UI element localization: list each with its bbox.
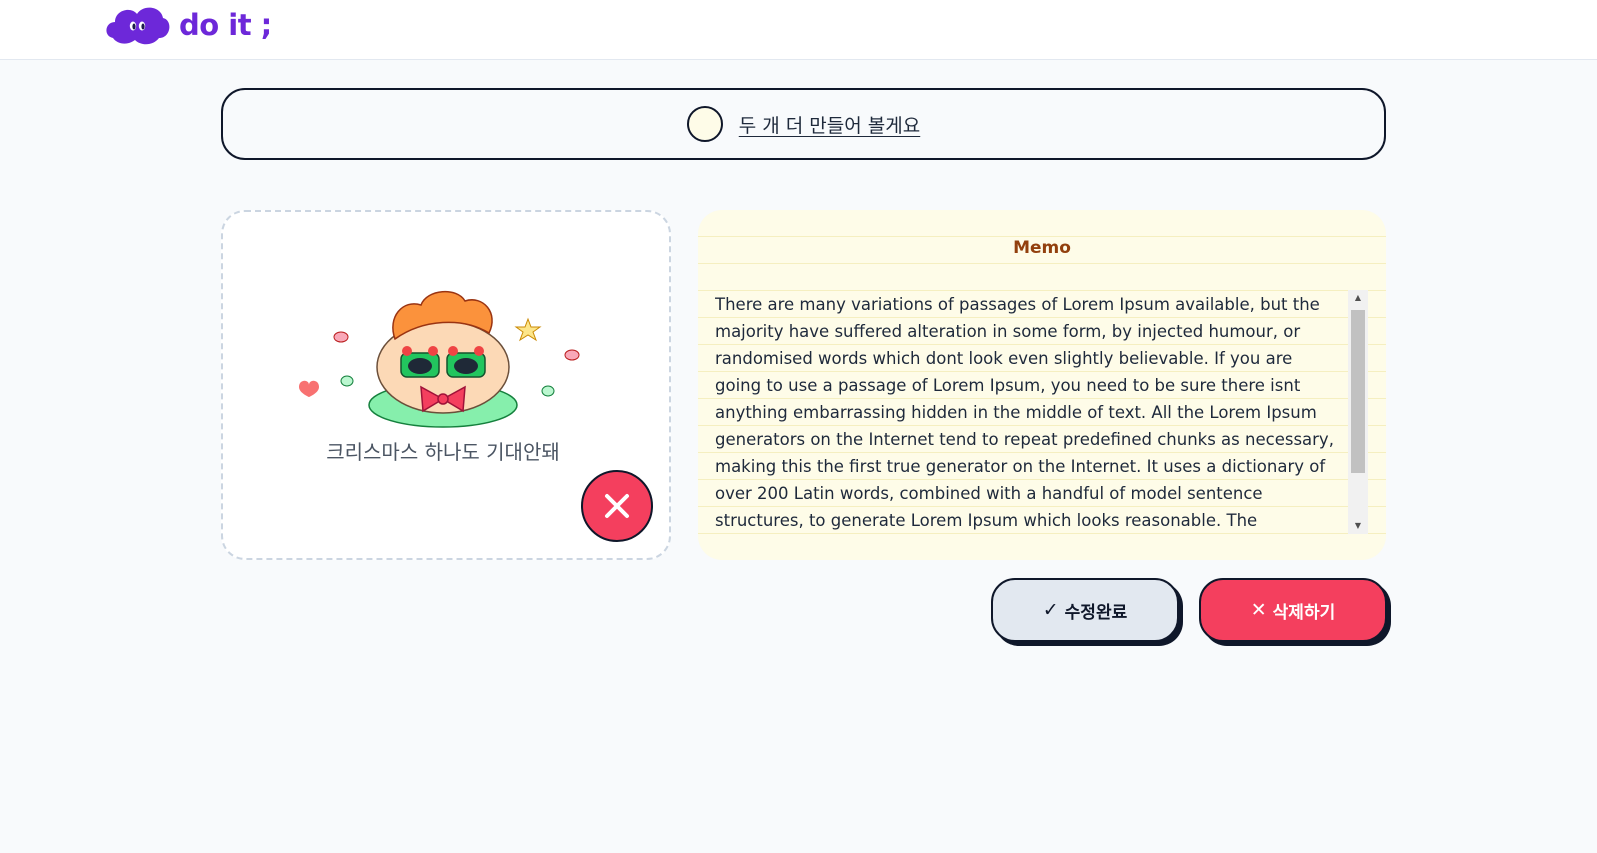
delete-button[interactable]: ✕ 삭제하기 xyxy=(1199,578,1387,642)
edit-complete-button[interactable]: ✓ 수정완료 xyxy=(991,578,1179,642)
edit-complete-label: 수정완료 xyxy=(1064,602,1128,623)
logo[interactable]: do it ; xyxy=(103,4,272,46)
scroll-down-icon[interactable]: ▼ xyxy=(1348,518,1368,534)
delete-label: 삭제하기 xyxy=(1272,602,1336,623)
image-panel[interactable]: 크리스마스 하나도 기대안돼 xyxy=(221,210,671,560)
todo-title[interactable]: 두 개 더 만들어 볼게요 xyxy=(739,111,920,138)
check-icon: ✓ xyxy=(1042,599,1059,621)
image-caption: 크리스마스 하나도 기대안돼 xyxy=(326,440,560,464)
todo-title-bar: 두 개 더 만들어 볼게요 xyxy=(221,88,1386,160)
memo-panel: Memo There are many variations of passag… xyxy=(698,210,1386,560)
memo-title: Memo xyxy=(1013,238,1071,258)
close-icon xyxy=(605,494,629,518)
memo-scrollbar[interactable]: ▲ ▼ xyxy=(1348,290,1368,534)
scroll-thumb[interactable] xyxy=(1351,310,1365,473)
cloud-eyes-icon xyxy=(106,7,170,45)
remove-image-button[interactable] xyxy=(581,470,653,542)
top-header: do it ; xyxy=(0,0,1597,60)
logo-text: do it ; xyxy=(179,8,272,42)
close-icon: ✕ xyxy=(1250,599,1267,621)
memo-textarea[interactable]: There are many variations of passages of… xyxy=(715,290,1340,534)
uploaded-image: 크리스마스 하나도 기대안돼 xyxy=(299,291,580,464)
scroll-up-icon[interactable]: ▲ xyxy=(1348,290,1368,306)
complete-checkbox[interactable] xyxy=(686,106,723,142)
